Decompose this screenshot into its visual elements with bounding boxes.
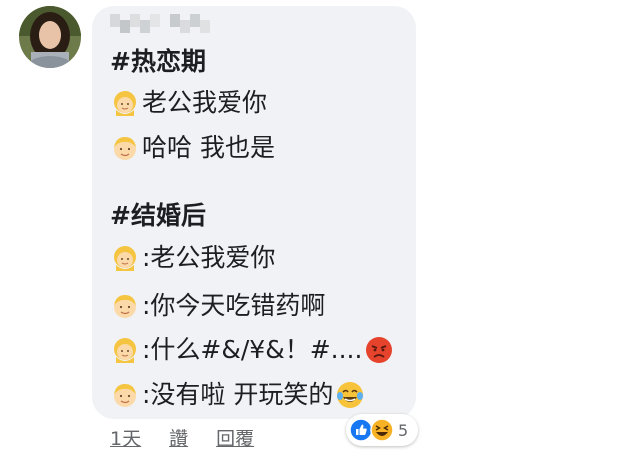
- comment-line: :什么#&/¥&！#....: [110, 334, 394, 366]
- comment-heading-married: #结婚后: [110, 200, 206, 232]
- reaction-count: 5: [398, 420, 409, 440]
- line-text: :你今天吃错药啊: [142, 291, 326, 320]
- heading-text: #热恋期: [110, 47, 206, 76]
- comment-line: 老公我爱你: [110, 87, 267, 119]
- woman-emoji: [114, 338, 136, 363]
- commenter-avatar[interactable]: [19, 6, 81, 68]
- haha-reaction-icon: [370, 418, 394, 442]
- man-emoji: [114, 295, 136, 318]
- line-text: 哈哈 我也是: [142, 133, 275, 162]
- like-link[interactable]: 讚: [169, 424, 188, 451]
- reply-link[interactable]: 回覆: [216, 424, 254, 451]
- man-emoji: [114, 384, 136, 407]
- comment-heading-love: #热恋期: [110, 46, 206, 78]
- comment-line: :没有啦 开玩笑的: [110, 379, 365, 411]
- man-emoji: [114, 137, 136, 160]
- line-text: :老公我爱你: [142, 243, 276, 272]
- reactions-summary[interactable]: 5: [346, 414, 419, 446]
- woman-emoji: [114, 246, 136, 271]
- author-name-blurred[interactable]: [110, 14, 214, 40]
- comment-line: :你今天吃错药啊: [110, 290, 325, 322]
- comment-line: :老公我爱你: [110, 242, 275, 274]
- heading-text: #结婚后: [110, 201, 206, 230]
- line-text: 老公我爱你: [142, 88, 268, 117]
- line-text: :什么#&/¥&！#....: [142, 335, 363, 364]
- comment-actions: 1天 讚 回覆: [110, 424, 254, 451]
- comment-line: 哈哈 我也是: [110, 132, 275, 164]
- line-text: :没有啦 开玩笑的: [142, 380, 334, 409]
- comment-bubble: #热恋期 老公我爱你 哈哈 我也是 #结婚后 :老公我爱你:你今天吃错药啊:…: [92, 6, 416, 419]
- laughing-tears-emoji: [337, 382, 364, 408]
- timestamp-link[interactable]: 1天: [110, 424, 141, 451]
- angry-face-emoji: [366, 337, 393, 363]
- woman-emoji: [114, 91, 136, 116]
